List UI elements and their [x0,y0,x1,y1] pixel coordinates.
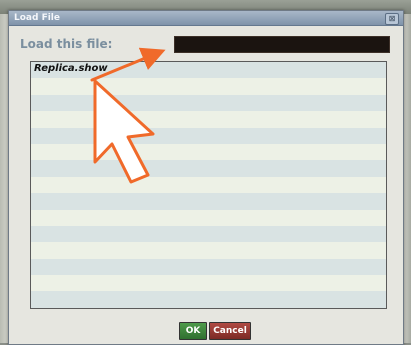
list-item[interactable] [31,78,386,95]
list-item[interactable] [31,258,386,276]
list-item[interactable] [31,94,386,112]
list-item[interactable]: Replica.show [31,62,386,79]
list-item[interactable] [31,242,386,259]
load-file-label: Load this file: [20,37,113,51]
list-item[interactable] [31,127,386,144]
file-name-input[interactable] [174,36,390,53]
list-item[interactable] [31,111,386,128]
list-item[interactable] [31,193,386,210]
list-item[interactable] [31,143,386,161]
cancel-button[interactable]: Cancel [209,322,251,340]
load-file-dialog: Load File ⊠ Load this file: Replica.show… [8,10,404,345]
list-item[interactable] [31,225,386,243]
list-item[interactable] [31,160,386,177]
close-button[interactable]: ⊠ [385,13,399,25]
title-bar[interactable]: Load File ⊠ [9,11,403,26]
list-item-label: Replica.show [34,63,108,74]
file-list[interactable]: Replica.show [30,61,387,309]
list-item[interactable] [31,176,386,194]
list-item[interactable] [31,291,386,308]
ok-button[interactable]: OK [179,322,207,340]
close-icon: ⊠ [388,14,396,23]
window-title: Load File [14,13,60,23]
list-item[interactable] [31,275,386,292]
list-item[interactable] [31,209,386,226]
